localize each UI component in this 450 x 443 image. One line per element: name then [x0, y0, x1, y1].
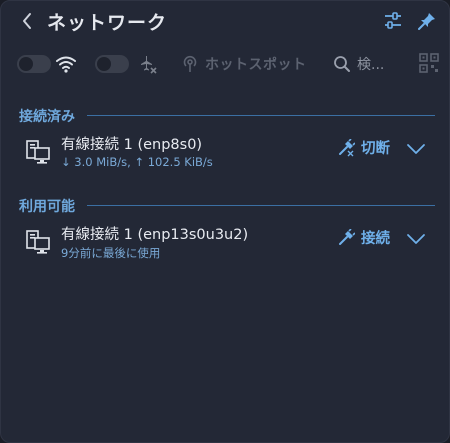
wifi-icon — [55, 53, 77, 75]
connection-item-enp13s0u3u2[interactable]: 有線接続 1 (enp13s0u3u2) 9分前に最後に使用 接続 — [1, 221, 449, 265]
sliders-icon — [385, 12, 401, 29]
search-placeholder: 検... — [357, 57, 385, 73]
plug-disconnect-icon — [339, 138, 355, 156]
chevron-down-icon[interactable] — [405, 229, 427, 249]
section-title-connected: 接続済み — [19, 109, 75, 125]
pin-icon — [418, 13, 435, 30]
connection-speed: ↓ 3.0 MiB/s, ↑ 102.5 KiB/s — [61, 155, 213, 169]
airplane-off-icon — [137, 53, 159, 75]
connection-name: 有線接続 1 (enp8s0) — [61, 137, 203, 153]
page-title: ネットワーク — [47, 12, 168, 34]
hotspot-label: ホットスポット — [205, 57, 307, 73]
toggle-knob — [97, 57, 111, 71]
connect-label: 接続 — [361, 231, 390, 247]
search-input[interactable]: 検... — [333, 51, 405, 77]
plug-connect-icon — [339, 228, 355, 245]
connection-last-used: 9分前に最後に使用 — [61, 246, 161, 260]
desktop-computer-icon — [26, 230, 50, 254]
toggle-knob — [19, 57, 33, 71]
disconnect-label: 切断 — [361, 141, 390, 157]
network-panel: ネットワーク ホットスポット 検... 接続済み 有線接続 1 (enp8s0)… — [0, 0, 450, 443]
settings-button[interactable] — [381, 9, 405, 33]
chevron-down-icon[interactable] — [405, 139, 427, 159]
pin-button[interactable] — [415, 9, 439, 33]
panel-header: ネットワーク — [1, 1, 449, 41]
wifi-toggle[interactable] — [17, 55, 51, 73]
airplane-toggle[interactable] — [95, 55, 129, 73]
search-icon — [334, 56, 350, 72]
section-divider — [87, 205, 435, 206]
connection-name: 有線接続 1 (enp13s0u3u2) — [61, 227, 249, 243]
controls-row: ホットスポット 検... — [1, 45, 449, 83]
disconnect-button[interactable]: 切断 — [337, 137, 390, 158]
section-divider — [87, 115, 435, 116]
hotspot-button[interactable]: ホットスポット — [181, 51, 307, 77]
hotspot-icon — [183, 55, 197, 72]
back-button[interactable] — [15, 7, 39, 35]
connection-item-enp8s0[interactable]: 有線接続 1 (enp8s0) ↓ 3.0 MiB/s, ↑ 102.5 KiB… — [1, 131, 449, 175]
connect-button[interactable]: 接続 — [337, 227, 390, 248]
desktop-computer-icon — [26, 140, 50, 164]
section-title-available: 利用可能 — [19, 199, 75, 215]
chevron-left-icon — [23, 13, 31, 29]
qr-code-icon[interactable] — [419, 53, 439, 73]
